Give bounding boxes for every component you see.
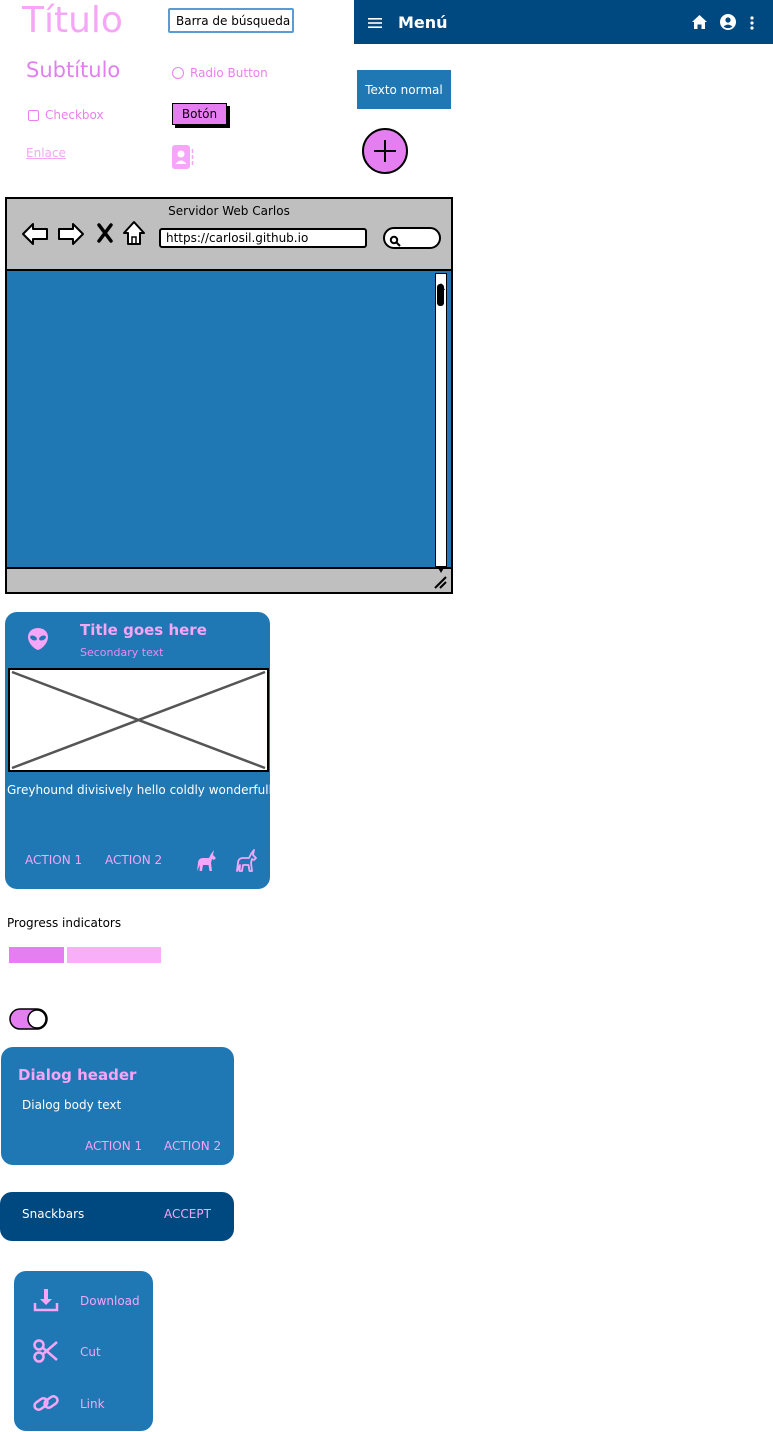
browser-search-field[interactable] — [383, 227, 441, 249]
link-icon — [32, 1389, 60, 1417]
unicorn-outline-icon[interactable] — [234, 849, 258, 873]
browser-content-area[interactable] — [7, 269, 451, 573]
checkbox-box[interactable] — [28, 109, 39, 121]
menu-item-download[interactable]: Download — [14, 1280, 153, 1320]
menu-item-label: Link — [80, 1397, 105, 1411]
home-icon[interactable] — [122, 220, 146, 246]
scroll-thumb[interactable] — [437, 284, 444, 306]
menu-item-label: Cut — [80, 1345, 101, 1359]
radio-circle[interactable] — [172, 67, 184, 79]
resize-grip-icon[interactable] — [433, 574, 447, 589]
toggle-switch[interactable] — [9, 1008, 48, 1030]
more-vert-icon[interactable] — [750, 15, 754, 30]
card-body-text: Greyhound divisively hello coldly wonder… — [7, 783, 272, 797]
radio-button[interactable]: Radio Button — [172, 66, 268, 80]
alien-icon — [27, 627, 49, 651]
link[interactable]: Enlace — [26, 146, 66, 160]
scroll-up-icon[interactable] — [437, 275, 445, 290]
card-secondary-text: Secondary text — [80, 646, 164, 659]
radio-label: Radio Button — [190, 66, 268, 80]
floating-action-button[interactable] — [362, 128, 408, 174]
top-app-bar: Menú — [354, 0, 773, 44]
progress-bar-fill — [9, 947, 64, 963]
card-action-1[interactable]: ACTION 1 — [25, 853, 82, 867]
snackbar-accept-button[interactable]: ACCEPT — [164, 1207, 211, 1221]
primary-button[interactable]: Botón — [172, 103, 227, 125]
search-input[interactable]: Barra de búsqueda — [168, 8, 294, 33]
snackbar-text: Snackbars — [22, 1207, 85, 1221]
vertical-scrollbar[interactable] — [435, 273, 447, 573]
image-placeholder — [8, 668, 269, 772]
menu-list: Download Cut Link — [14, 1271, 153, 1431]
card-title: Title goes here — [80, 621, 207, 639]
unicorn-filled-icon[interactable] — [194, 849, 218, 873]
menu-item-link[interactable]: Link — [14, 1383, 153, 1423]
stop-icon[interactable] — [97, 223, 113, 243]
browser-window: Servidor Web Carlos https://carlosil.git… — [5, 197, 453, 594]
account-icon[interactable] — [720, 14, 736, 30]
back-arrow-icon[interactable] — [21, 222, 49, 246]
download-icon — [32, 1286, 60, 1314]
progress-bar — [9, 947, 161, 963]
dialog-action-2[interactable]: ACTION 2 — [164, 1139, 221, 1153]
forward-arrow-icon[interactable] — [57, 222, 85, 246]
app-bar-title: Menú — [398, 12, 448, 32]
card: Title goes here Secondary text Greyhound… — [5, 612, 272, 889]
subtitle-text: Subtítulo — [26, 58, 121, 82]
checkbox-label: Checkbox — [45, 108, 104, 122]
menu-item-cut[interactable]: Cut — [14, 1331, 153, 1371]
progress-bar-gap — [64, 947, 67, 963]
normal-text-label: Texto normal — [357, 70, 451, 109]
title-text: Título — [22, 0, 123, 41]
button-container: Botón — [172, 103, 230, 128]
browser-title: Servidor Web Carlos — [168, 204, 290, 218]
scissors-icon — [32, 1337, 60, 1365]
dialog-action-1[interactable]: ACTION 1 — [85, 1139, 142, 1153]
snackbar: Snackbars ACCEPT — [0, 1192, 234, 1241]
scroll-down-icon[interactable] — [437, 558, 445, 573]
progress-label: Progress indicators — [7, 916, 122, 930]
plus-icon — [374, 140, 396, 162]
search-icon — [389, 232, 401, 247]
url-input[interactable]: https://carlosil.github.io — [159, 228, 367, 248]
contact-card-icon[interactable] — [172, 145, 194, 169]
card-action-2[interactable]: ACTION 2 — [105, 853, 162, 867]
hamburger-icon[interactable] — [368, 15, 382, 29]
menu-item-label: Download — [80, 1294, 140, 1308]
home-icon[interactable] — [691, 14, 708, 30]
dialog: Dialog header Dialog body text ACTION 1 … — [1, 1047, 234, 1165]
dialog-header: Dialog header — [18, 1066, 137, 1084]
checkbox[interactable]: Checkbox — [28, 108, 104, 122]
dialog-body-text: Dialog body text — [22, 1098, 122, 1112]
